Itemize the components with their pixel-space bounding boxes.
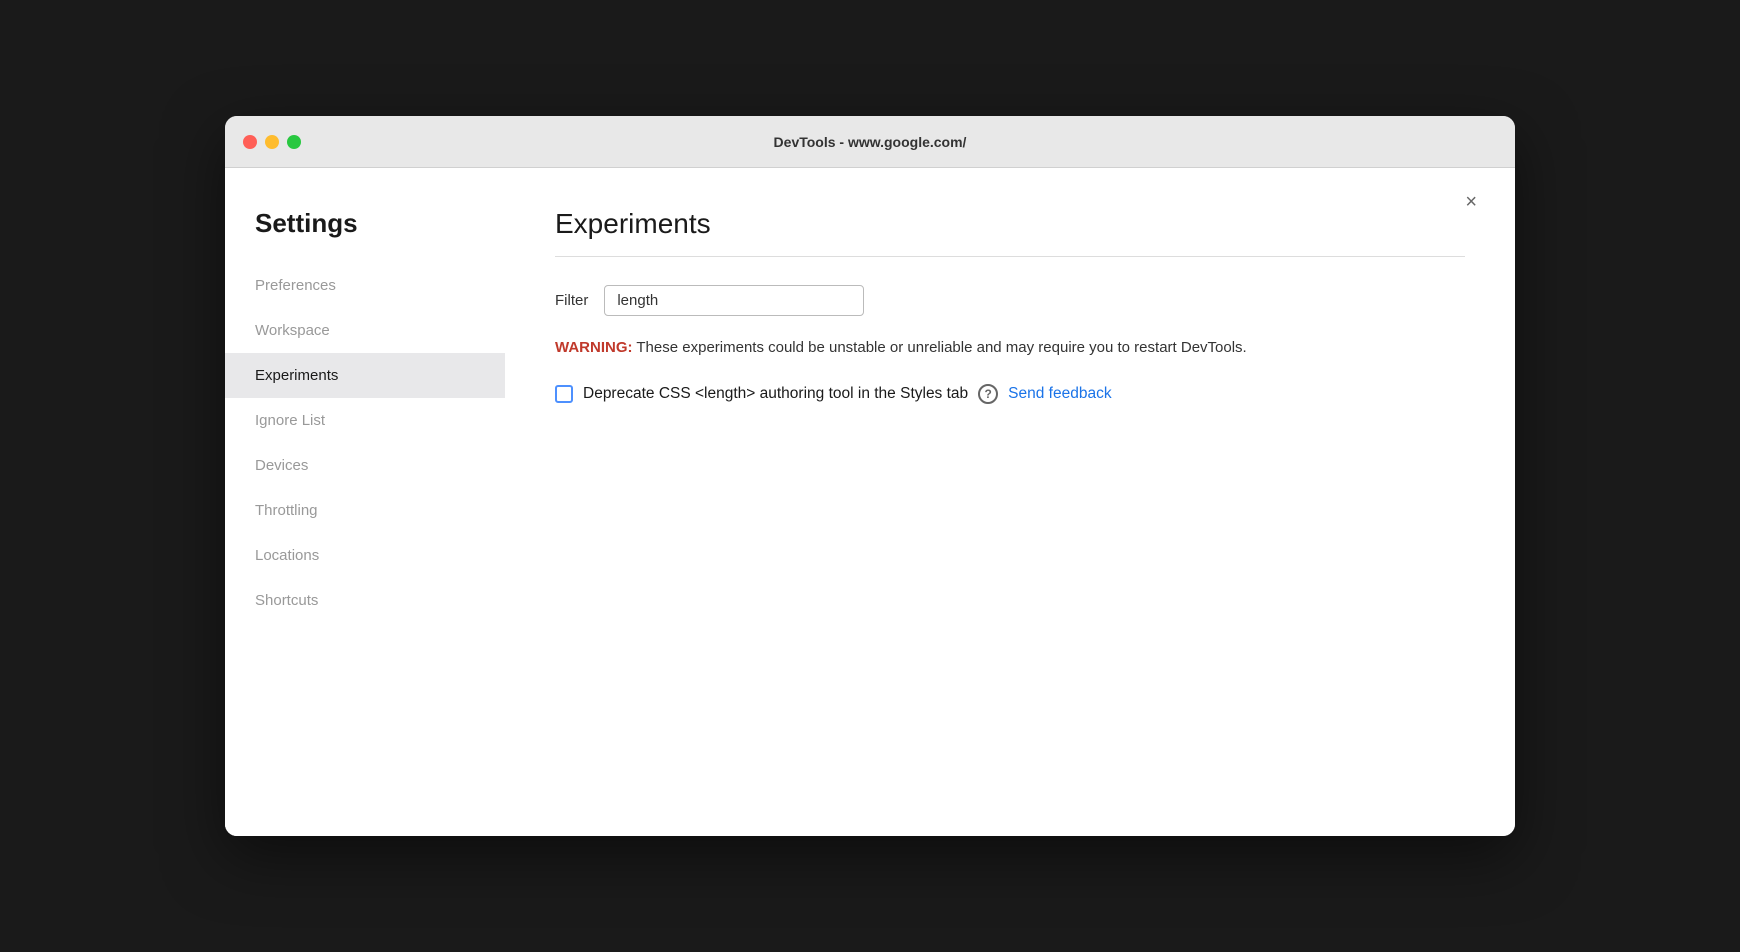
divider (555, 256, 1465, 257)
warning-label: WARNING: (555, 339, 633, 356)
panel-title: Experiments (555, 208, 1465, 240)
sidebar-item-shortcuts[interactable]: Shortcuts (225, 578, 505, 623)
minimize-button[interactable] (265, 135, 279, 149)
sidebar-item-ignore-list[interactable]: Ignore List (225, 398, 505, 443)
experiment-label-0: Deprecate CSS <length> authoring tool in… (583, 385, 968, 403)
sidebar: Settings Preferences Workspace Experimen… (225, 168, 505, 836)
close-settings-button[interactable]: × (1457, 188, 1485, 216)
sidebar-item-throttling[interactable]: Throttling (225, 488, 505, 533)
titlebar: DevTools - www.google.com/ (225, 116, 1515, 168)
traffic-lights (243, 135, 301, 149)
experiment-row-0: Deprecate CSS <length> authoring tool in… (555, 384, 1465, 404)
experiment-checkbox-0[interactable] (555, 385, 573, 403)
devtools-window: DevTools - www.google.com/ Settings Pref… (225, 116, 1515, 836)
main-panel: × Experiments Filter WARNING: These expe… (505, 168, 1515, 836)
sidebar-item-locations[interactable]: Locations (225, 533, 505, 578)
warning-text: WARNING: These experiments could be unst… (555, 336, 1465, 360)
settings-heading: Settings (225, 208, 505, 263)
sidebar-item-devices[interactable]: Devices (225, 443, 505, 488)
content-area: Settings Preferences Workspace Experimen… (225, 168, 1515, 836)
help-icon-0[interactable]: ? (978, 384, 998, 404)
filter-label: Filter (555, 292, 588, 309)
filter-input[interactable] (604, 285, 864, 316)
close-button[interactable] (243, 135, 257, 149)
sidebar-item-preferences[interactable]: Preferences (225, 263, 505, 308)
warning-body: These experiments could be unstable or u… (633, 339, 1247, 356)
maximize-button[interactable] (287, 135, 301, 149)
window-title: DevTools - www.google.com/ (774, 134, 967, 150)
send-feedback-link-0[interactable]: Send feedback (1008, 385, 1111, 403)
sidebar-item-workspace[interactable]: Workspace (225, 308, 505, 353)
sidebar-item-experiments[interactable]: Experiments (225, 353, 505, 398)
filter-row: Filter (555, 285, 1465, 316)
